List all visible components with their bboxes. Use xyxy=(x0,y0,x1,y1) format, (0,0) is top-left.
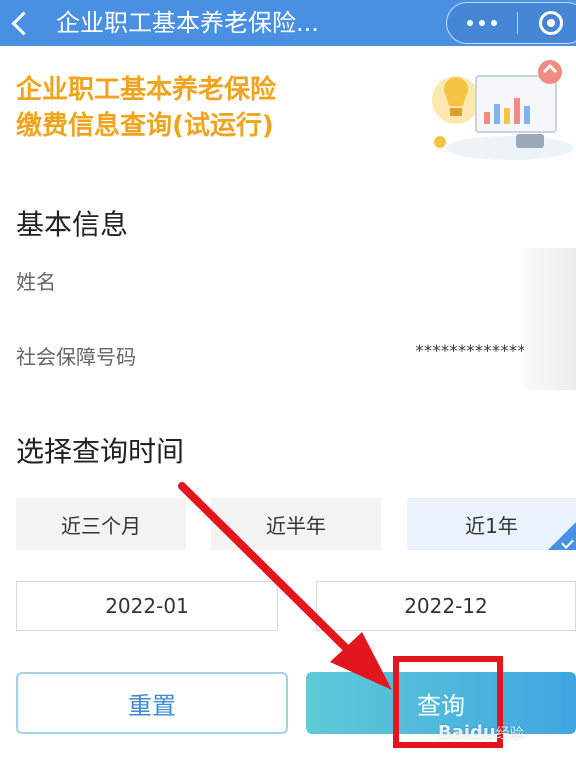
capsule-divider xyxy=(517,12,518,34)
range-label: 近1年 xyxy=(465,513,518,538)
reset-label: 重置 xyxy=(128,691,176,720)
page-title: 企业职工基本养老保险... xyxy=(56,9,319,37)
close-miniprogram-icon[interactable] xyxy=(539,11,563,35)
range-1-year-button[interactable]: 近1年 xyxy=(407,498,576,550)
start-date-input[interactable]: 2022-01 xyxy=(16,581,278,631)
watermark-suffix: 经验 xyxy=(495,726,524,742)
reset-button[interactable]: 重置 xyxy=(16,672,288,734)
ssn-label: 社会保障号码 xyxy=(16,345,136,369)
ssn-value: ************* xyxy=(415,341,526,360)
range-half-year-button[interactable]: 近半年 xyxy=(211,498,381,550)
chevron-left-icon xyxy=(10,10,36,36)
name-label: 姓名 xyxy=(16,270,56,294)
more-button[interactable] xyxy=(447,3,517,43)
query-time-heading: 选择查询时间 xyxy=(16,435,185,468)
dot-icon xyxy=(479,20,485,26)
start-date-value: 2022-01 xyxy=(105,594,189,618)
mini-program-capsule xyxy=(446,2,576,44)
redacted-area xyxy=(524,248,576,390)
watermark-brand-mid: du xyxy=(470,722,496,743)
banner-title: 企业职工基本养老保险 缴费信息查询(试运行) xyxy=(16,72,276,144)
range-3-months-button[interactable]: 近三个月 xyxy=(16,498,186,550)
banner-title-line1: 企业职工基本养老保险 xyxy=(16,75,277,105)
selected-corner-icon xyxy=(548,522,576,550)
watermark-brand: Bai xyxy=(438,722,471,743)
banner-title-line2: 缴费信息查询(试运行) xyxy=(16,111,274,141)
dot-icon xyxy=(467,20,473,26)
watermark: Baidu经验 xyxy=(438,722,524,743)
basic-info-heading: 基本信息 xyxy=(16,208,129,241)
dot-icon xyxy=(491,20,497,26)
range-label: 近三个月 xyxy=(61,513,141,538)
end-date-input[interactable]: 2022-12 xyxy=(316,581,576,631)
back-button[interactable] xyxy=(0,0,40,46)
banner-illustration xyxy=(432,60,574,160)
top-nav-bar: 企业职工基本养老保险... xyxy=(0,0,576,46)
range-label: 近半年 xyxy=(266,513,326,538)
end-date-value: 2022-12 xyxy=(404,594,488,618)
